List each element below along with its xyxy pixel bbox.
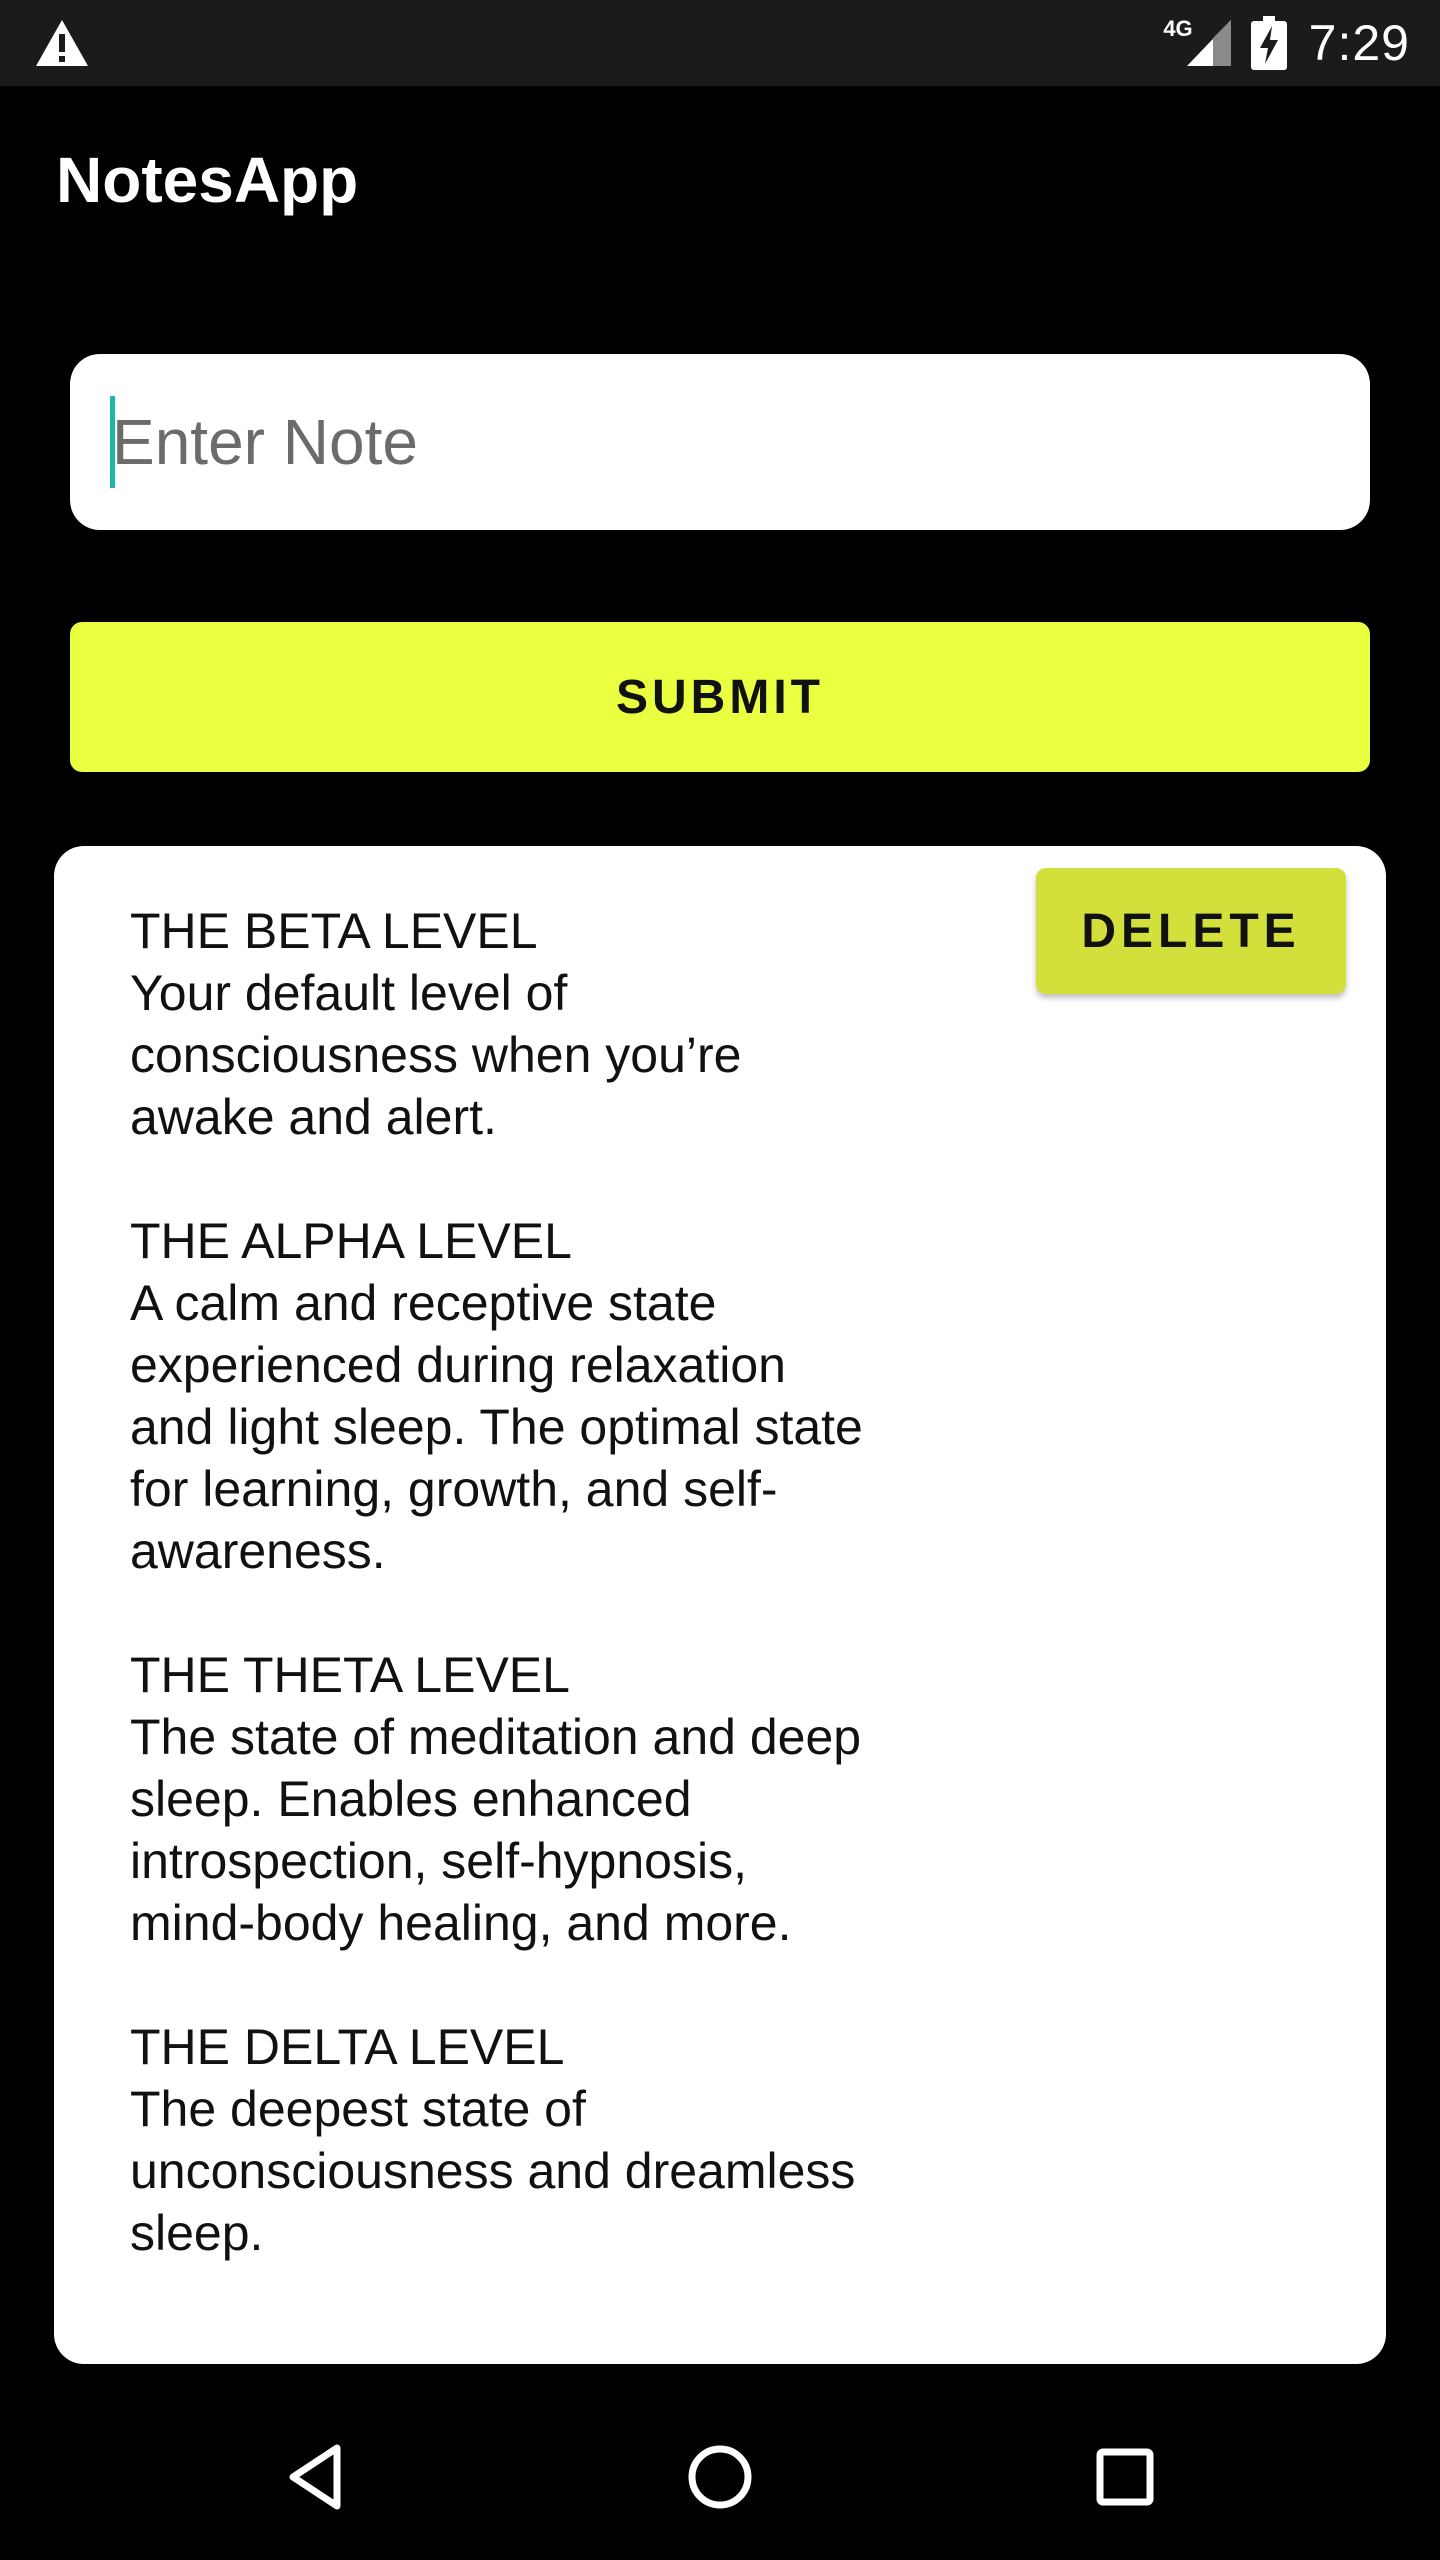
text-caret bbox=[110, 396, 115, 488]
app-bar: NotesApp bbox=[0, 86, 1440, 292]
note-text: THE BETA LEVEL Your default level of con… bbox=[130, 903, 863, 2261]
battery-charging-icon bbox=[1250, 16, 1287, 70]
status-bar: 4G 7:29 bbox=[0, 0, 1440, 86]
recents-icon bbox=[1096, 2448, 1154, 2506]
status-time: 7:29 bbox=[1308, 15, 1410, 71]
submit-button[interactable]: SUBMIT bbox=[70, 622, 1370, 772]
home-icon bbox=[688, 2445, 752, 2509]
app-title: NotesApp bbox=[56, 144, 359, 216]
network-type-label: 4G bbox=[1163, 16, 1193, 41]
note-card: THE BETA LEVEL Your default level of con… bbox=[54, 846, 1386, 2364]
nav-recents-button[interactable] bbox=[1080, 2432, 1170, 2522]
navigation-bar bbox=[0, 2392, 1440, 2560]
delete-button[interactable]: DELETE bbox=[1036, 868, 1346, 994]
signal-icon bbox=[1186, 20, 1231, 66]
nav-back-button[interactable] bbox=[270, 2432, 360, 2522]
status-right-group: 4G 7:29 bbox=[1163, 0, 1410, 86]
nav-home-button[interactable] bbox=[675, 2432, 765, 2522]
note-input[interactable] bbox=[70, 354, 1370, 530]
back-icon bbox=[289, 2444, 341, 2510]
screen: 4G 7:29 NotesApp SUBMIT THE BETA LEVEL Y… bbox=[0, 0, 1440, 2560]
warning-icon bbox=[36, 20, 88, 66]
